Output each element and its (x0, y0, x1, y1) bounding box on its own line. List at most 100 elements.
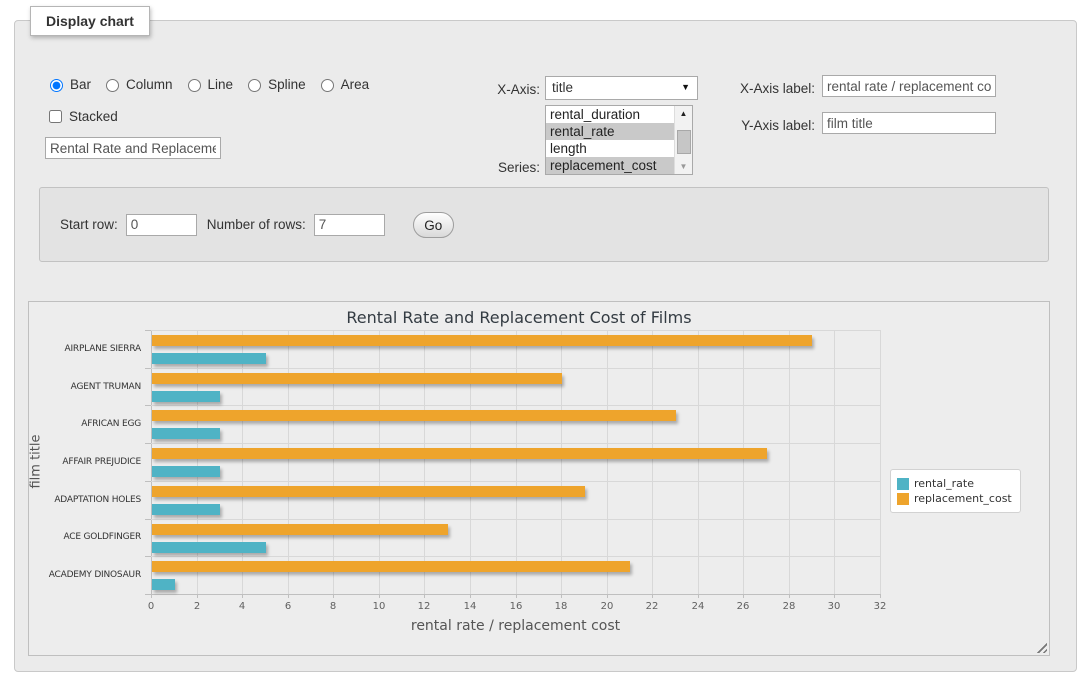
category-label: AFFAIR PREJUDICE (29, 457, 141, 467)
series-options: rental_durationrental_ratelengthreplacem… (546, 106, 692, 174)
stacked-checkbox[interactable] (49, 110, 62, 123)
gridline-horizontal (151, 443, 880, 444)
chart-title: Rental Rate and Replacement Cost of Film… (29, 308, 1009, 327)
chart-container: Rental Rate and Replacement Cost of Film… (28, 301, 1050, 656)
listbox-scrollbar[interactable]: ▲ ▼ (674, 106, 692, 174)
x-axis-selected-value: title (552, 80, 573, 95)
y-tick-mark (145, 556, 151, 557)
gridline-vertical (242, 330, 243, 594)
x-tick-label: 0 (136, 601, 166, 612)
x-tick-label: 20 (592, 601, 622, 612)
gridline-vertical (607, 330, 608, 594)
start-row-input[interactable] (126, 214, 197, 236)
chart-type-radio-line[interactable] (188, 79, 201, 92)
x-tick-label: 2 (182, 601, 212, 612)
gridline-vertical (834, 330, 835, 594)
bar-replacement_cost (152, 561, 630, 572)
bar-rental_rate (152, 466, 220, 477)
bar-replacement_cost (152, 410, 676, 421)
legend-swatch-icon (897, 493, 909, 505)
x-axis-label-label: X-Axis label: (670, 81, 815, 96)
legend-label: rental_rate (914, 477, 974, 490)
x-tick-label: 12 (409, 601, 439, 612)
row-controls-panel: Start row: Number of rows: Go (39, 187, 1049, 262)
legend-swatch-icon (897, 478, 909, 490)
chart-type-label-column: Column (126, 77, 173, 92)
category-label: ACE GOLDFINGER (29, 532, 141, 542)
gridline-vertical (516, 330, 517, 594)
bar-rental_rate (152, 353, 266, 364)
x-tick-label: 6 (273, 601, 303, 612)
chart-type-radio-bar[interactable] (50, 79, 63, 92)
category-label: ACADEMY DINOSAUR (29, 570, 141, 580)
bar-replacement_cost (152, 486, 585, 497)
x-tick-label: 22 (637, 601, 667, 612)
y-tick-mark (145, 405, 151, 406)
y-tick-mark (145, 443, 151, 444)
gridline-vertical (789, 330, 790, 594)
bar-replacement_cost (152, 448, 767, 459)
chart-legend: rental_rate replacement_cost (890, 469, 1021, 513)
chart-type-label-line: Line (208, 77, 234, 92)
series-listbox-label: Series: (445, 160, 540, 175)
bar-rental_rate (152, 391, 220, 402)
y-tick-mark (145, 481, 151, 482)
chart-type-label-area: Area (341, 77, 370, 92)
y-tick-mark (145, 368, 151, 369)
start-row-label: Start row: (60, 217, 118, 232)
category-label: AGENT TRUMAN (29, 382, 141, 392)
y-axis-label-input[interactable] (822, 112, 996, 134)
gridline-vertical (424, 330, 425, 594)
resize-grip-icon[interactable] (1036, 642, 1047, 653)
y-tick-mark (145, 519, 151, 520)
gridline-vertical (561, 330, 562, 594)
x-tick-label: 28 (774, 601, 804, 612)
chart-type-radio-area[interactable] (321, 79, 334, 92)
chart-type-radio-column[interactable] (106, 79, 119, 92)
scrollbar-thumb[interactable] (677, 130, 691, 154)
series-option-replacement_cost[interactable]: replacement_cost (546, 157, 692, 174)
chart-title-input[interactable] (45, 137, 221, 159)
chart-type-radio-spline[interactable] (248, 79, 261, 92)
gridline-horizontal (151, 368, 880, 369)
go-button[interactable]: Go (413, 212, 454, 238)
plot-area (151, 330, 880, 594)
x-tick-label: 24 (683, 601, 713, 612)
x-axis-line (151, 594, 880, 595)
x-tick-label: 16 (501, 601, 531, 612)
gridline-vertical (333, 330, 334, 594)
chart-type-label-bar: Bar (70, 77, 91, 92)
gridline-vertical (880, 330, 881, 594)
category-label: AIRPLANE SIERRA (29, 344, 141, 354)
num-rows-input[interactable] (314, 214, 385, 236)
scrollbar-down-icon[interactable]: ▼ (675, 159, 692, 174)
y-tick-mark (145, 330, 151, 331)
x-tick-label: 14 (455, 601, 485, 612)
x-tick-label: 18 (546, 601, 576, 612)
gridline-horizontal (151, 405, 880, 406)
x-tick-label: 4 (227, 601, 257, 612)
gridline-vertical (288, 330, 289, 594)
y-tick-mark (145, 594, 151, 595)
stacked-label: Stacked (69, 109, 118, 124)
x-axis-title: rental rate / replacement cost (151, 618, 880, 634)
chart-type-label-spline: Spline (268, 77, 306, 92)
fieldset-legend: Display chart (30, 6, 150, 36)
display-chart-fieldset: Display chart BarColumnLineSplineArea St… (14, 20, 1077, 672)
gridline-vertical (652, 330, 653, 594)
x-tick-label: 32 (865, 601, 895, 612)
series-option-length[interactable]: length (546, 140, 692, 157)
bar-rental_rate (152, 504, 220, 515)
bar-rental_rate (152, 428, 220, 439)
gridline-vertical (379, 330, 380, 594)
x-tick-label: 30 (819, 601, 849, 612)
legend-item-rental_rate[interactable]: rental_rate (897, 477, 1012, 490)
gridline-horizontal (151, 556, 880, 557)
series-listbox[interactable]: rental_durationrental_ratelengthreplacem… (545, 105, 693, 175)
num-rows-label: Number of rows: (207, 217, 306, 232)
legend-item-replacement_cost[interactable]: replacement_cost (897, 492, 1012, 505)
y-axis-line (151, 330, 152, 594)
y-axis-label-label: Y-Axis label: (670, 118, 815, 133)
y-axis-title: film title (29, 397, 44, 527)
x-axis-label-input[interactable] (822, 75, 996, 97)
